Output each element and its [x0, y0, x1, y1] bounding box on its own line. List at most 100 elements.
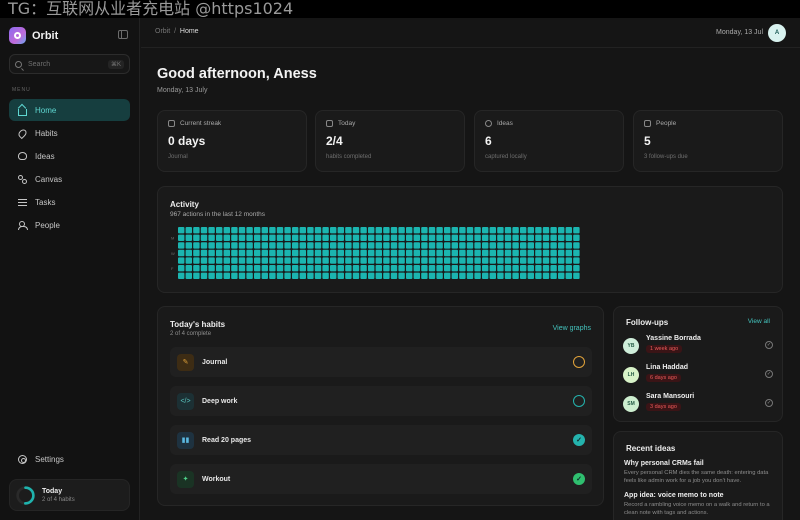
- sidebar-toggle-icon[interactable]: [118, 30, 128, 39]
- heatmap-cell: [520, 257, 527, 264]
- heatmap-cell: [383, 227, 390, 234]
- heatmap-cell: [527, 265, 534, 272]
- heatmap-cell: [284, 227, 291, 234]
- habit-checkbox[interactable]: [573, 356, 585, 368]
- today-progress-card[interactable]: Today 2 of 4 habits: [9, 479, 130, 511]
- heatmap-cell: [337, 249, 344, 257]
- heatmap-cell: [565, 234, 572, 241]
- book-icon: ▮▮: [177, 431, 194, 449]
- heatmap-cell: [398, 272, 405, 279]
- heatmap-cell: [474, 234, 481, 241]
- heatmap-cell: [360, 234, 367, 241]
- heatmap-cell: [398, 234, 405, 241]
- check-circle-icon[interactable]: ✓: [765, 399, 773, 407]
- heatmap-cell: [352, 227, 360, 234]
- heatmap-cell: [200, 227, 208, 234]
- followup-row[interactable]: YB Yassine Borrada 1 week ago ✓: [623, 335, 775, 361]
- sidebar-item-home[interactable]: Home: [9, 99, 130, 121]
- heatmap-cell: [520, 234, 527, 241]
- check-circle-icon[interactable]: ✓: [765, 341, 773, 349]
- stat-card-people[interactable]: People 5 3 follow-ups due: [633, 110, 783, 172]
- gear-icon: [18, 455, 27, 464]
- stat-value: 2/4: [326, 134, 343, 148]
- heatmap-cell: [216, 242, 223, 249]
- idea-item[interactable]: Why personal CRMs fail Every personal CR…: [624, 460, 776, 485]
- followup-row[interactable]: LH Lina Haddad 6 days ago ✓: [623, 364, 775, 390]
- heatmap-cell: [216, 272, 223, 279]
- heatmap-cell: [299, 257, 306, 264]
- heatmap-cell: [436, 242, 443, 249]
- check-circle-icon[interactable]: ✓: [765, 370, 773, 378]
- heatmap-cell: [474, 272, 481, 279]
- heatmap-cell: [482, 265, 489, 272]
- heatmap-cell: [512, 242, 519, 249]
- habit-row-workout[interactable]: ✦ Workout ✓: [170, 464, 592, 494]
- sidebar-item-tasks[interactable]: Tasks: [9, 191, 130, 213]
- flame-icon: [168, 120, 175, 127]
- heatmap-cell: [254, 257, 261, 264]
- view-graphs-link[interactable]: View graphs: [553, 325, 591, 332]
- heatmap-cell: [535, 272, 542, 279]
- heatmap-cell: [375, 257, 382, 264]
- today-subtitle: 2 of 4 habits: [42, 496, 75, 503]
- sidebar-item-habits[interactable]: Habits: [9, 122, 130, 144]
- heatmap-cell: [413, 234, 420, 241]
- sidebar-item-people[interactable]: People: [9, 214, 130, 236]
- sidebar-item-ideas[interactable]: Ideas: [9, 145, 130, 167]
- view-all-link[interactable]: View all: [748, 318, 770, 325]
- stat-subtitle: captured locally: [485, 154, 527, 160]
- brand-name: Orbit: [32, 29, 59, 42]
- heatmap-cell: [314, 234, 322, 241]
- habit-row-read[interactable]: ▮▮ Read 20 pages ✓: [170, 425, 592, 455]
- heatmap-cell: [330, 265, 337, 272]
- heatmap-cell: [421, 227, 428, 234]
- heatmap-cell: [276, 265, 284, 272]
- followup-row[interactable]: SM Sara Mansouri 3 days ago ✓: [623, 393, 775, 419]
- heatmap-cell: [193, 272, 200, 279]
- heatmap-cell: [482, 249, 489, 257]
- heatmap-cell: [314, 272, 322, 279]
- idea-body: Record a rambling voice memo on a walk a…: [624, 502, 770, 516]
- breadcrumb-separator: /: [174, 28, 177, 35]
- search-input[interactable]: Search ⌘K: [9, 54, 130, 74]
- heatmap-cell: [520, 227, 527, 234]
- heatmap-cell: [451, 265, 458, 272]
- heatmap-cell: [292, 227, 299, 234]
- heatmap-cell: [565, 257, 572, 264]
- avatar[interactable]: A: [768, 24, 786, 42]
- settings-link[interactable]: Settings: [18, 455, 64, 464]
- sidebar-item-canvas[interactable]: Canvas: [9, 168, 130, 190]
- heatmap-cell: [558, 265, 565, 272]
- heatmap-cell: [489, 242, 496, 249]
- heatmap-cell: [520, 265, 527, 272]
- idea-item[interactable]: App idea: voice memo to note Record a ra…: [624, 492, 776, 517]
- heatmap-cell: [307, 242, 314, 249]
- heatmap-cell: [368, 257, 375, 264]
- heatmap-cell: [504, 272, 512, 279]
- habit-row-deep-work[interactable]: </> Deep work: [170, 386, 592, 416]
- heatmap-cell: [497, 265, 504, 272]
- heatmap-cell: [558, 257, 565, 264]
- stat-card-ideas[interactable]: Ideas 6 captured locally: [474, 110, 624, 172]
- idea-title: Why personal CRMs fail: [624, 460, 704, 467]
- heatmap-cell: [231, 257, 238, 264]
- habit-checkbox[interactable]: ✓: [573, 434, 585, 446]
- habit-checkbox[interactable]: [573, 395, 585, 407]
- breadcrumb-root[interactable]: Orbit: [155, 28, 170, 35]
- heatmap-cell: [238, 272, 246, 279]
- heatmap-cell: [550, 265, 557, 272]
- brand[interactable]: Orbit: [9, 27, 58, 44]
- heatmap-cell: [193, 257, 200, 264]
- habit-row-journal[interactable]: ✎ Journal: [170, 347, 592, 377]
- heatmap-cell: [466, 265, 474, 272]
- stat-card-today[interactable]: Today 2/4 habits completed: [315, 110, 465, 172]
- stat-label: People: [656, 120, 677, 127]
- nodes-icon: [18, 174, 27, 184]
- stat-card-streak[interactable]: Current streak 0 days Journal: [157, 110, 307, 172]
- habit-checkbox[interactable]: ✓: [573, 473, 585, 485]
- page-title: Good afternoon, Aness: [157, 66, 317, 82]
- heatmap-cell: [276, 234, 284, 241]
- heatmap-cell: [292, 257, 299, 264]
- heatmap-cell: [558, 242, 565, 249]
- habit-name: Deep work: [202, 397, 238, 405]
